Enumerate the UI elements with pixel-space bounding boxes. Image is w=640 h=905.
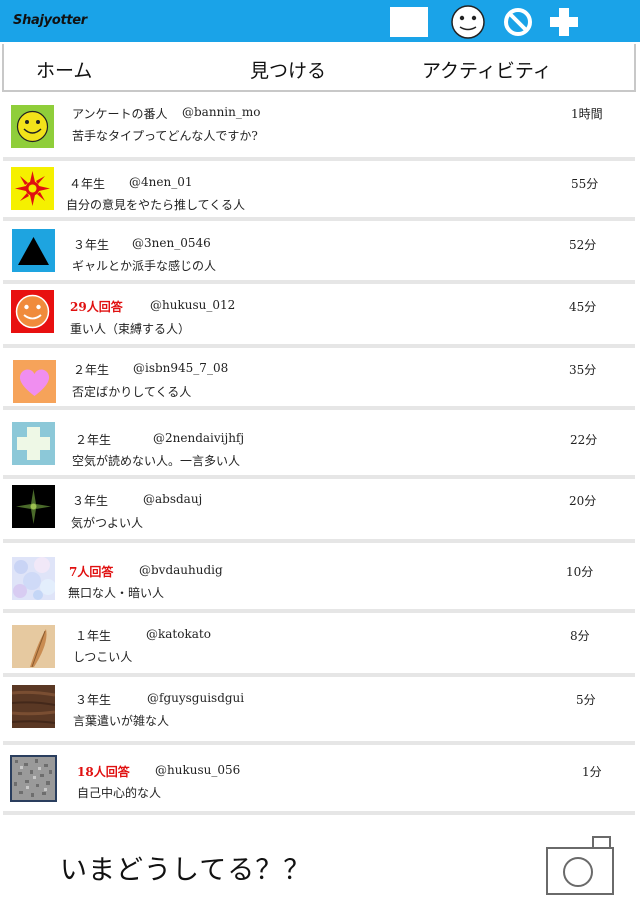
mail-icon[interactable] (390, 7, 428, 37)
composer[interactable]: いまどうしてる？？ (2, 815, 636, 903)
author-label: ４年生 (69, 177, 106, 191)
post-text: 重い人（束縛する人） (70, 322, 191, 336)
answer-count: 18人回答 (77, 765, 130, 779)
avatar (12, 422, 55, 465)
plus-icon[interactable] (549, 7, 579, 37)
top-bar: Shajyotter (0, 0, 640, 42)
avatar (10, 755, 57, 802)
post-text: 自己中心的な人 (77, 786, 162, 800)
feed-item[interactable]: アンケートの番人 @bannin_mo 1時間 苦手なタイプってどんな人ですか? (3, 93, 635, 161)
feed-item[interactable]: ３年生 @fguysguisdgui 5分 言葉遣いが雑な人 (3, 677, 635, 745)
feed-item[interactable]: １年生 @katokato 8分 しつこい人 (3, 613, 635, 677)
user-handle[interactable]: @2nendaivijhfj (153, 431, 244, 445)
avatar (12, 229, 55, 272)
feed-item[interactable]: 29人回答 @hukusu_012 45分 重い人（束縛する人） (3, 284, 635, 348)
author-label: ３年生 (73, 238, 110, 252)
post-text: 無口な人・暗い人 (68, 586, 165, 600)
post-text: 否定ばかりしてくる人 (72, 385, 192, 399)
user-handle[interactable]: @absdauj (143, 492, 202, 506)
timestamp: 52分 (569, 238, 597, 252)
timestamp: 20分 (569, 494, 597, 508)
user-handle[interactable]: @isbn945_7_08 (133, 361, 228, 375)
user-handle[interactable]: @hukusu_056 (155, 763, 240, 777)
timestamp: 45分 (569, 300, 597, 314)
feed-item[interactable]: ２年生 @2nendaivijhfj 22分 空気が読めない人。一言多い人 (3, 410, 635, 479)
avatar (11, 290, 54, 333)
avatar (12, 625, 55, 668)
timestamp: 1時間 (571, 107, 603, 121)
user-handle[interactable]: @bannin_mo (182, 105, 260, 119)
nav-tabs: ホーム 見つける アクティビティ (2, 44, 636, 92)
feed-item[interactable]: 7人回答 @bvdauhudig 10分 無口な人・暗い人 (3, 543, 635, 613)
feed-item[interactable]: 18人回答 @hukusu_056 1分 自己中心的な人 (3, 745, 635, 815)
feed-item[interactable]: ４年生 @4nen_01 55分 自分の意見をやたら推してくる人 (3, 161, 635, 221)
timestamp: 10分 (566, 565, 594, 579)
answer-count: 7人回答 (69, 565, 114, 579)
user-handle[interactable]: @bvdauhudig (139, 563, 223, 577)
avatar (12, 557, 55, 600)
timestamp: 55分 (571, 177, 599, 191)
app-title: Shajyotter (13, 13, 87, 28)
avatar (13, 360, 56, 403)
timestamp: 5分 (576, 693, 596, 707)
user-handle[interactable]: @katokato (146, 627, 211, 641)
block-icon[interactable] (503, 7, 533, 37)
avatar (12, 685, 55, 728)
post-text: ギャルとか派手な感じの人 (72, 259, 217, 273)
post-text: 空気が読めない人。一言多い人 (72, 454, 241, 468)
user-handle[interactable]: @hukusu_012 (150, 298, 235, 312)
user-handle[interactable]: @4nen_01 (129, 175, 192, 189)
feed-item[interactable]: ３年生 @3nen_0546 52分 ギャルとか派手な感じの人 (3, 221, 635, 284)
user-handle[interactable]: @fguysguisdgui (147, 691, 244, 705)
author-label: １年生 (75, 629, 112, 643)
tab-home[interactable]: ホーム (36, 56, 92, 83)
avatar (12, 485, 55, 528)
author-label: ２年生 (75, 433, 112, 447)
post-text: しつこい人 (73, 650, 133, 664)
author-label: ３年生 (75, 693, 112, 707)
timestamp: 8分 (570, 629, 590, 643)
post-text: 自分の意見をやたら推してくる人 (66, 198, 246, 212)
feed-item[interactable]: ３年生 @absdauj 20分 気がつよい人 (3, 479, 635, 543)
avatar (11, 105, 54, 148)
timestamp: 22分 (570, 433, 598, 447)
post-text: 言葉遣いが雑な人 (73, 714, 170, 728)
post-text: 苦手なタイプってどんな人ですか? (72, 129, 258, 143)
author-label: アンケートの番人 (72, 107, 168, 121)
user-handle[interactable]: @3nen_0546 (132, 236, 211, 250)
timestamp: 35分 (569, 363, 597, 377)
tab-find[interactable]: 見つける (250, 56, 326, 83)
timestamp: 1分 (582, 765, 602, 779)
avatar (11, 167, 54, 210)
composer-prompt[interactable]: いまどうしてる？？ (60, 848, 311, 887)
author-label: ３年生 (72, 494, 109, 508)
answer-count: 29人回答 (70, 300, 123, 314)
post-text: 気がつよい人 (71, 516, 144, 530)
camera-icon[interactable] (545, 834, 615, 896)
feed-item[interactable]: ２年生 @isbn945_7_08 35分 否定ばかりしてくる人 (3, 348, 635, 410)
tab-activity[interactable]: アクティビティ (422, 56, 552, 83)
author-label: ２年生 (73, 363, 110, 377)
smiley-face-icon[interactable] (450, 4, 486, 40)
